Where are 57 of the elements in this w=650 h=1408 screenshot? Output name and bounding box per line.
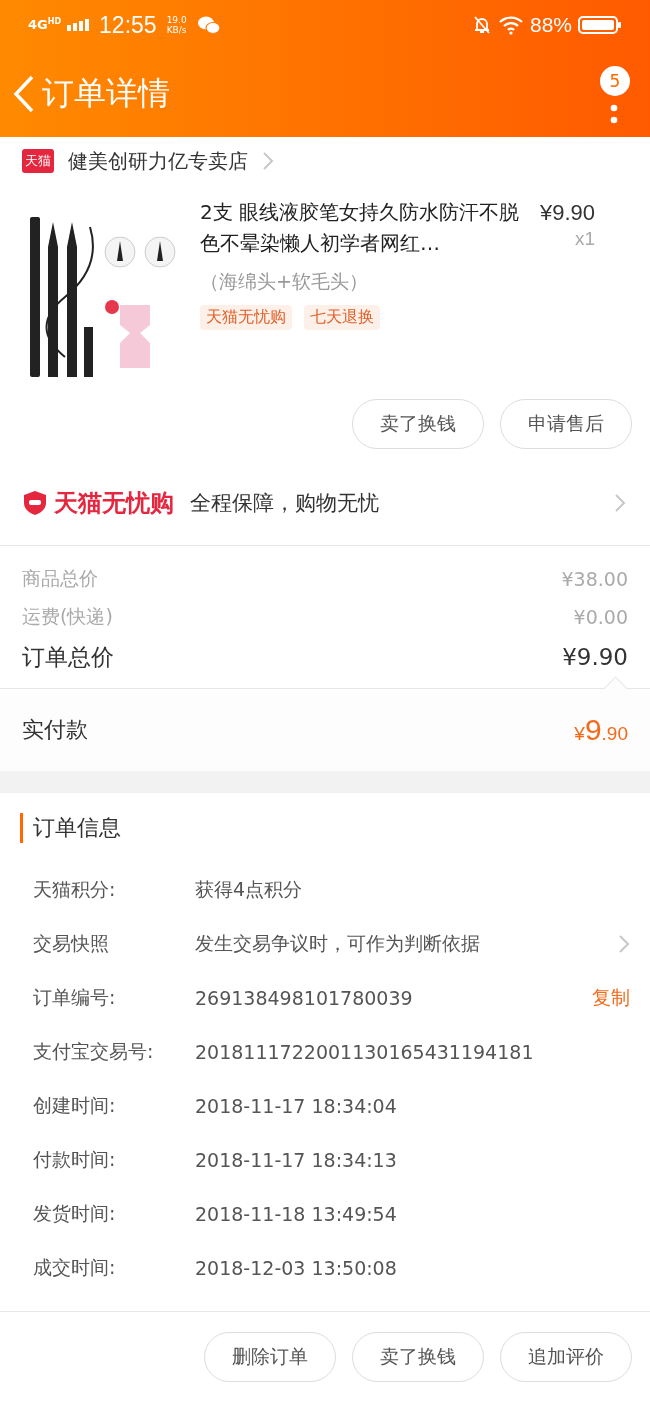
action-button[interactable]: 追加评价 — [500, 1332, 632, 1382]
info-label: 发货时间: — [33, 1201, 117, 1226]
store-name[interactable]: 健美创研力亿专卖店 — [68, 147, 248, 175]
paid-label: 实付款 — [22, 716, 88, 744]
store-badge: 天猫 — [22, 149, 54, 173]
network-label: 4G$^{HD}$ — [28, 17, 62, 33]
info-label: 付款时间: — [33, 1147, 117, 1172]
speed-unit: KB/s — [166, 25, 187, 35]
summary-label: 商品总价 — [22, 566, 98, 591]
bell-muted-icon — [471, 15, 492, 35]
summary-label: 运费(快递) — [22, 604, 113, 629]
info-label: 支付宝交易号: — [33, 1039, 155, 1064]
guarantee-text: 全程保障，购物无忧 — [190, 490, 379, 517]
guarantee-brand: 天猫无忧购 — [54, 488, 174, 519]
info-label: 交易快照 — [33, 931, 110, 956]
product-price: ¥9.90 — [540, 199, 596, 227]
chevron-right-icon[interactable] — [614, 493, 626, 513]
summary-value: ¥9.90 — [562, 644, 628, 670]
signal-icon — [67, 19, 90, 31]
action-button[interactable]: 删除订单 — [204, 1332, 336, 1382]
info-value: 2018-11-17 18:34:04 — [195, 1095, 398, 1117]
wifi-icon — [497, 15, 524, 35]
service-tag: 七天退换 — [304, 305, 380, 330]
info-value: 2018111722001130165431194181 — [195, 1041, 535, 1063]
action-button[interactable]: 卖了换钱 — [352, 399, 484, 449]
paid-amount: ¥9.90 — [574, 713, 628, 747]
product-quantity: x1 — [575, 228, 596, 250]
summary-label: 订单总价 — [22, 642, 114, 672]
info-label: 天猫积分: — [33, 877, 117, 902]
notification-badge: 5 — [600, 65, 630, 96]
action-button[interactable]: 卖了换钱 — [352, 1332, 484, 1382]
battery-percent: 88% — [529, 13, 572, 37]
speed-value: 19.0 — [166, 15, 187, 25]
info-value: 获得4点积分 — [195, 877, 304, 902]
product-title[interactable]: 2支 眼线液胶笔女持久防水防汗不脱色不晕染懒人初学者网红… — [200, 197, 530, 259]
chevron-right-icon — [262, 151, 274, 171]
chevron-right-icon[interactable] — [618, 934, 630, 954]
chat-bubbles-icon — [196, 15, 221, 35]
product-variant: （海绵头+软毛头） — [200, 269, 369, 294]
info-value: 2018-11-17 18:34:13 — [195, 1149, 398, 1171]
summary-value: ¥0.00 — [573, 606, 628, 628]
summary-value: ¥38.00 — [561, 568, 628, 590]
service-tag: 天猫无忧购 — [200, 305, 292, 330]
info-label: 成交时间: — [33, 1255, 117, 1280]
battery-icon — [578, 15, 622, 35]
action-button[interactable]: 申请售后 — [500, 399, 632, 449]
page-title: 订单详情 — [42, 72, 170, 114]
shield-logo-icon — [22, 490, 48, 516]
info-label: 订单编号: — [33, 985, 117, 1010]
back-icon[interactable] — [12, 73, 36, 114]
clock: 12:55 — [99, 11, 157, 39]
info-value: 发生交易争议时，可作为判断依据 — [195, 931, 481, 956]
info-value: 2018-12-03 13:50:08 — [195, 1257, 398, 1279]
info-value: 2018-11-18 13:49:54 — [195, 1203, 398, 1225]
info-value: 269138498101780039 — [195, 987, 414, 1009]
section-title: 订单信息 — [20, 813, 630, 843]
info-label: 创建时间: — [33, 1093, 117, 1118]
